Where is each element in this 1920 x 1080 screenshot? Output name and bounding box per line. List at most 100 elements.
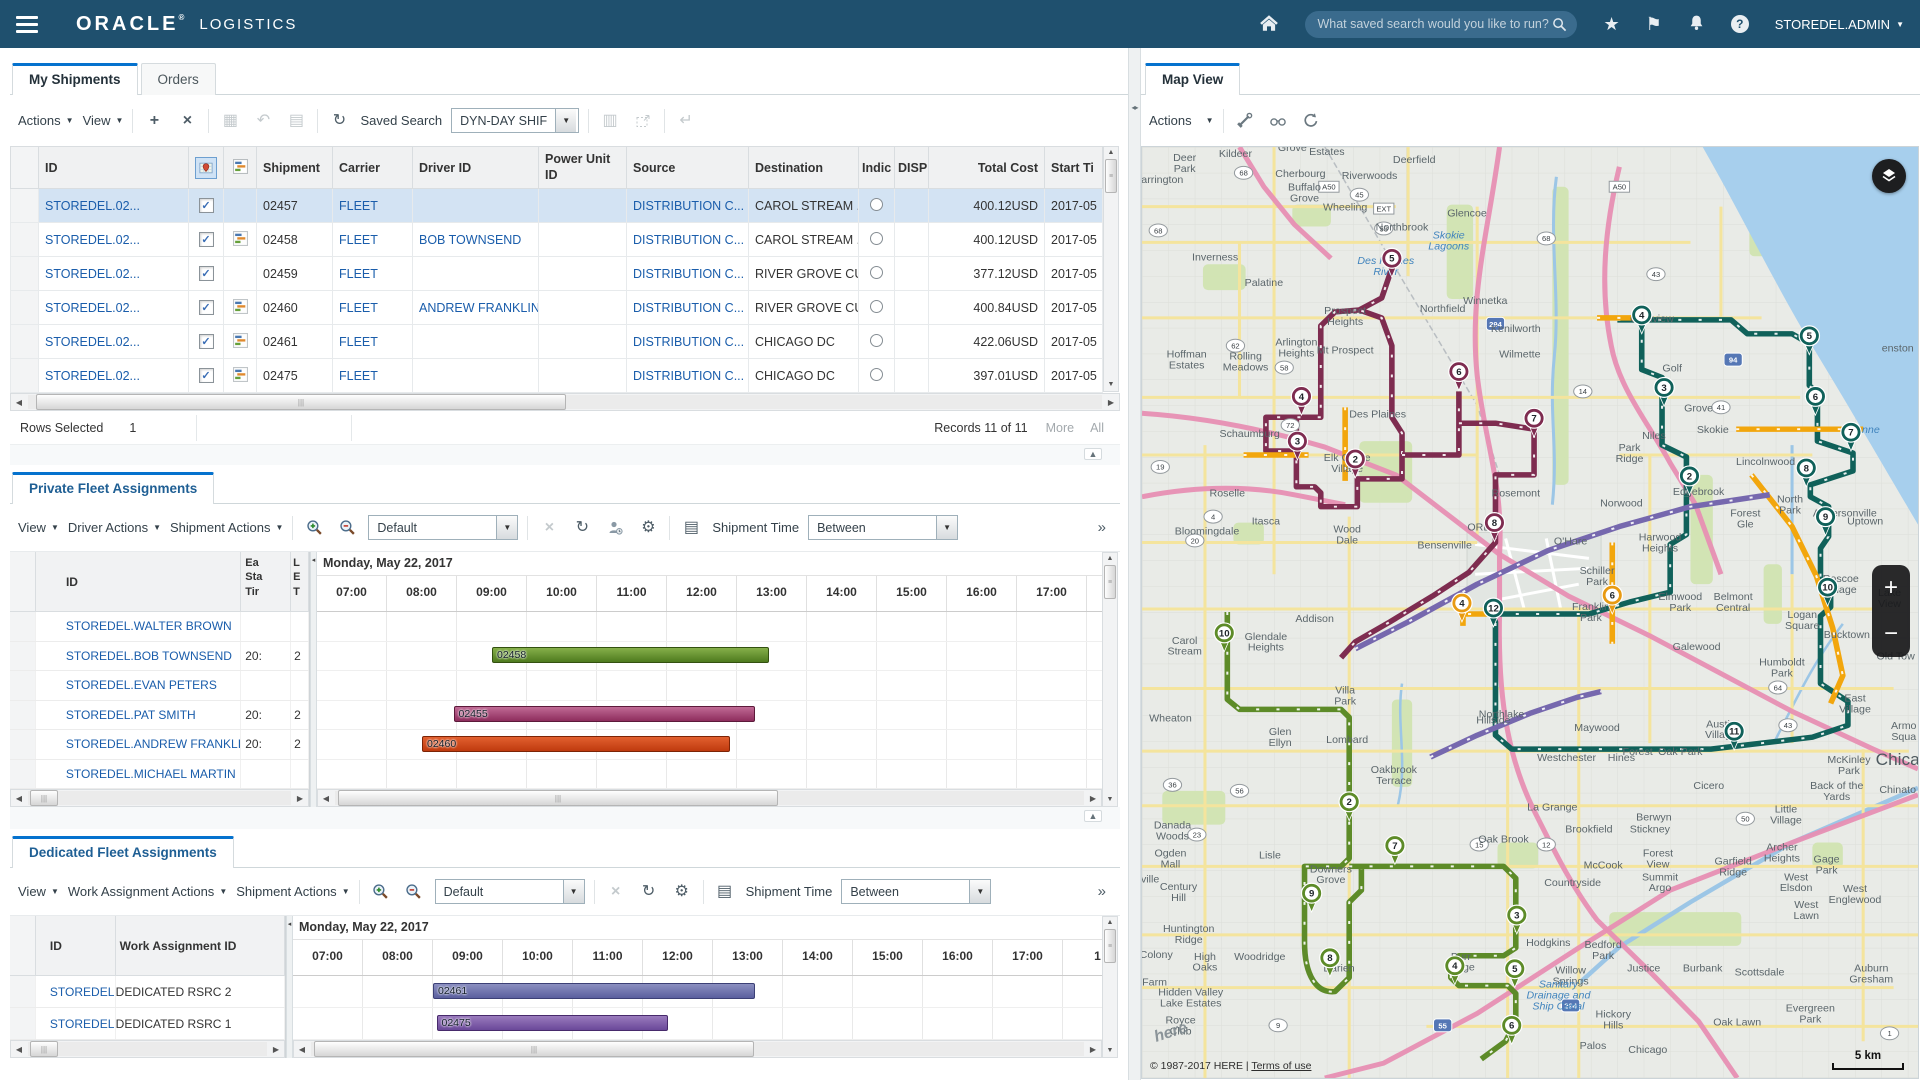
work-assignment-actions-menu[interactable]: Work Assignment Actions▼ (68, 884, 227, 899)
table-row[interactable]: STOREDEL.02...✓02475FLEETDISTRIBUTION C.… (11, 359, 1103, 393)
tab-map-view[interactable]: Map View (1145, 63, 1240, 95)
indicator-radio[interactable] (870, 300, 883, 313)
save-icon[interactable]: ▤ (284, 113, 308, 129)
shipment-time-select[interactable]: Between▼ (841, 879, 991, 904)
gantt-vscrollbar[interactable]: ▲≡▼ (1102, 916, 1118, 1058)
shipment-time-select[interactable]: Between▼ (808, 515, 958, 540)
source-link[interactable]: DISTRIBUTION C... (633, 335, 744, 349)
resource-link[interactable]: STOREDEL.BOB TOWNSEND (66, 649, 232, 663)
gantt-hscrollbar[interactable]: ◀|||▶ (293, 1040, 1102, 1058)
overflow-icon[interactable]: » (1098, 519, 1112, 536)
clear-icon[interactable]: × (537, 520, 561, 536)
row-checkbox[interactable]: ✓ (199, 334, 214, 349)
global-search-input[interactable] (1315, 16, 1552, 32)
user-menu[interactable]: STOREDEL.ADMIN ▼ (1775, 17, 1904, 32)
carrier-link[interactable]: FLEET (339, 301, 378, 315)
row-checkbox[interactable]: ✓ (199, 266, 214, 281)
resource-link[interactable]: STOREDEL.C (50, 1017, 116, 1031)
zoom-in-icon[interactable] (302, 519, 326, 536)
global-search[interactable] (1305, 11, 1577, 38)
gantt-timeline-row[interactable]: 02458 (317, 642, 1102, 672)
gantt-vscrollbar[interactable]: ▲≡▼ (1102, 552, 1118, 807)
indicator-radio[interactable] (870, 334, 883, 347)
legend-icon[interactable]: ▤ (679, 520, 703, 536)
map-pin-icon[interactable] (195, 157, 217, 179)
carrier-link[interactable]: FLEET (339, 233, 378, 247)
carrier-link[interactable]: FLEET (339, 267, 378, 281)
driver-actions-menu[interactable]: Driver Actions▼ (68, 520, 161, 535)
table-row[interactable]: STOREDEL.02...✓02461FLEETDISTRIBUTION C.… (11, 325, 1103, 359)
row-checkbox[interactable]: ✓ (199, 198, 214, 213)
more-link[interactable]: More (1046, 421, 1074, 435)
indicator-radio[interactable] (870, 232, 883, 245)
refresh-icon[interactable]: ↻ (327, 113, 351, 129)
scroll-thumb[interactable]: ||| (36, 394, 566, 410)
zoom-out-icon[interactable] (335, 519, 359, 536)
gantt-bar[interactable]: 02461 (433, 983, 755, 999)
tab-orders[interactable]: Orders (141, 63, 216, 95)
gantt-timeline-row[interactable] (317, 671, 1102, 701)
gantt-resource-row[interactable]: STOREDEL.BOB TOWNSEND20:2 (10, 642, 309, 672)
gantt-resource-row[interactable]: STOREDEL.WALTER BROWN (10, 612, 309, 642)
gantt-left-hscrollbar[interactable]: ◀|||▶ (10, 1040, 285, 1058)
pane-splitter[interactable]: ◂▸ (1128, 48, 1141, 1080)
duplicate-table-icon[interactable]: ▦ (218, 113, 242, 129)
overflow-icon[interactable]: » (1098, 883, 1112, 900)
panel-splitter[interactable]: ▲ (10, 445, 1120, 465)
gantt-bar[interactable]: 02455 (454, 706, 755, 722)
gantt-chart-icon[interactable] (233, 337, 248, 351)
gantt-splitter[interactable]: ◂ (310, 552, 317, 807)
refresh-icon[interactable]: ↻ (570, 520, 594, 536)
source-link[interactable]: DISTRIBUTION C... (633, 199, 744, 213)
flag-icon[interactable]: ⚑ (1646, 15, 1662, 33)
gantt-chart-icon[interactable] (233, 371, 248, 385)
source-link[interactable]: DISTRIBUTION C... (633, 233, 744, 247)
view-menu[interactable]: View▼ (83, 113, 124, 128)
table-row[interactable]: STOREDEL.02...✓02458FLEETBOB TOWNSENDDIS… (11, 223, 1103, 257)
map-canvas[interactable]: 6845A50A50EXT536868436229494415814721942… (1141, 146, 1919, 1079)
tab-dedicated-fleet[interactable]: Dedicated Fleet Assignments (12, 836, 234, 868)
carrier-link[interactable]: FLEET (339, 335, 378, 349)
shipment-actions-menu[interactable]: Shipment Actions▼ (170, 520, 283, 535)
legend-icon[interactable]: ▤ (713, 884, 737, 900)
gantt-splitter[interactable]: ◂ (286, 916, 293, 1058)
map-actions-menu[interactable]: Actions▼ (1149, 113, 1214, 128)
map-layers-button[interactable] (1872, 159, 1906, 193)
favorites-star-icon[interactable]: ★ (1603, 15, 1619, 33)
shipment-id-link[interactable]: STOREDEL.02... (45, 233, 140, 247)
home-icon[interactable] (1259, 14, 1279, 35)
gantt-bar[interactable]: 02460 (422, 736, 730, 752)
all-link[interactable]: All (1090, 421, 1104, 435)
gantt-left-hscrollbar[interactable]: ◀|||▶ (10, 789, 309, 807)
zoom-out-icon[interactable] (402, 883, 426, 900)
zoom-in-icon[interactable] (369, 883, 393, 900)
actions-menu[interactable]: Actions▼ (18, 113, 74, 128)
gantt-timeline-row[interactable] (317, 612, 1102, 642)
driver-link[interactable]: BOB TOWNSEND (419, 233, 521, 247)
resource-link[interactable]: STOREDEL.MICHAEL MARTIN (66, 767, 236, 781)
freeze-columns-icon[interactable]: ▥ (598, 113, 622, 129)
resource-link[interactable]: STOREDEL.C (50, 985, 116, 999)
row-checkbox[interactable]: ✓ (199, 232, 214, 247)
gantt-resource-row[interactable]: STOREDEL.CDEDICATED RSRC 2 (10, 976, 285, 1008)
shipment-id-link[interactable]: STOREDEL.02... (45, 301, 140, 315)
row-checkbox[interactable]: ✓ (199, 300, 214, 315)
view-menu[interactable]: View▼ (18, 520, 59, 535)
shipment-id-link[interactable]: STOREDEL.02... (45, 335, 140, 349)
gantt-preset-select[interactable]: Default▼ (368, 515, 518, 540)
panel-splitter[interactable]: ▲ (10, 807, 1120, 829)
gantt-timeline-row[interactable]: 02455 (317, 701, 1102, 731)
indicator-radio[interactable] (870, 266, 883, 279)
refresh-icon[interactable]: ↻ (637, 884, 661, 900)
saved-search-select[interactable]: DYN-DAY SHIF▼ (451, 108, 579, 133)
gantt-resource-row[interactable]: STOREDEL.PAT SMITH20:2 (10, 701, 309, 731)
gantt-resource-row[interactable]: STOREDEL.MICHAEL MARTIN (10, 760, 309, 790)
gantt-chart-icon[interactable] (233, 235, 248, 249)
gantt-resource-row[interactable]: STOREDEL.EVAN PETERS (10, 671, 309, 701)
add-icon[interactable]: + (142, 113, 166, 129)
gantt-chart-icon[interactable] (233, 303, 248, 317)
terms-link[interactable]: Terms of use (1251, 1060, 1311, 1072)
gantt-resource-row[interactable]: STOREDEL.CDEDICATED RSRC 1 (10, 1008, 285, 1040)
row-checkbox[interactable]: ✓ (199, 368, 214, 383)
resource-link[interactable]: STOREDEL.WALTER BROWN (66, 619, 232, 633)
